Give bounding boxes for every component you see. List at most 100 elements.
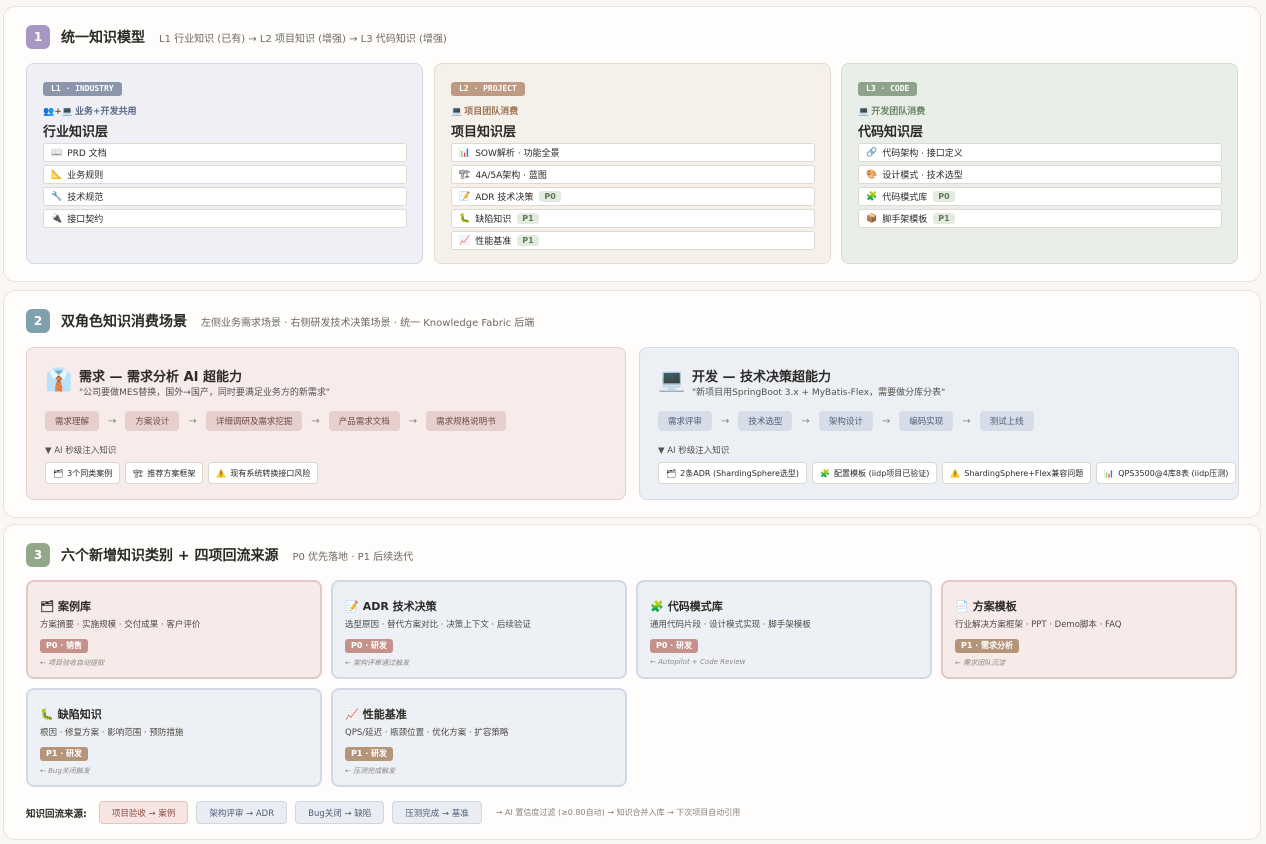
layer-item: 🔗 代码架构 · 接口定义 <box>858 143 1222 162</box>
section-title: 六个新增知识类别 + 四项回流来源 <box>61 548 279 564</box>
section-number-badge: 3 <box>26 543 50 567</box>
laptop-icon: 💻 <box>451 107 463 117</box>
section-unified-knowledge-model: 1 统一知识模型 L1 行业知识 (已有) → L2 项目知识 (增强) → L… <box>3 6 1261 282</box>
flow-step: 需求理解 <box>45 411 100 431</box>
category-desc: 选型原因 · 替代方案对比 · 决策上下文 · 后续验证 <box>345 620 531 630</box>
category-card-defects: 🐛 缺陷知识 根因 · 修复方案 · 影响范围 · 预防措施 P1 · 研发 ← … <box>26 688 322 787</box>
return-chip: 压测完成 → 基准 <box>392 801 482 824</box>
warning-icon: ⚠️ <box>216 468 227 478</box>
layer-title: 代码知识层 <box>858 125 924 140</box>
section-title: 统一知识模型 <box>61 30 145 46</box>
laptop-icon: 💻 <box>858 107 870 117</box>
plug-icon: 🔌 <box>51 213 63 224</box>
knowledge-chip: 📊 QPS3500@4库8表 (iidp压测) <box>1096 462 1237 484</box>
memo-icon: 📝 <box>345 600 359 613</box>
section-subtitle: L1 行业知识 (已有) → L2 项目知识 (增强) → L3 代码知识 (增… <box>159 33 447 45</box>
category-badge: P1 · 研发 <box>345 747 394 761</box>
category-title: 📝 ADR 技术决策 <box>345 600 437 613</box>
document-icon: 📄 <box>955 600 969 613</box>
priority-badge: P1 <box>517 235 539 246</box>
category-card-case-library: 🗂 案例库 方案摘要 · 实施规模 · 交付成果 · 客户评价 P0 · 销售 ←… <box>26 580 322 679</box>
priority-badge: P0 <box>539 191 561 202</box>
category-title: 📄 方案模板 <box>955 600 1017 613</box>
card-index-icon: 🗂 <box>666 468 677 478</box>
card-index-icon: 🗂 <box>40 600 54 613</box>
layer-item: 🧩 代码模式库 P0 <box>858 187 1222 206</box>
arrow-right-icon: → <box>962 415 971 427</box>
layer-item: 🏗 4A/5A架构 · 蓝图 <box>451 165 815 184</box>
section-header: 2 双角色知识消费场景 左侧业务需求场景 · 右侧研发技术决策场景 · 统一 K… <box>26 309 534 333</box>
layer-item: 🐛 缺陷知识 P1 <box>451 209 815 228</box>
layer-item: 📈 性能基准 P1 <box>451 231 815 250</box>
scenario-quote: "新项目用SpringBoot 3.x + MyBatis-Flex，需要做分库… <box>692 388 946 398</box>
category-title: 📈 性能基准 <box>345 708 407 721</box>
category-title: 🗂 案例库 <box>40 600 91 613</box>
arrow-right-icon: → <box>311 415 320 427</box>
inject-label: ▼ AI 秒级注入知识 <box>658 446 730 456</box>
scenario-title: 开发 — 技术决策超能力 <box>692 370 832 385</box>
building-icon: 🏗 <box>459 169 471 180</box>
layer-audience: 👥+💻 业务+开发共用 <box>43 107 137 117</box>
scenario-card-requirements: 👔 需求 — 需求分析 AI 超能力 "公司要做MES替换，国外→国产，同时要满… <box>26 347 626 500</box>
layer-audience: 💻 项目团队消费 <box>451 107 519 117</box>
knowledge-return-sources: 知识回流来源: 项目验收 → 案例 架构评审 → ADR Bug关闭 → 缺陷 … <box>26 801 740 824</box>
audience-icon: 👥+💻 <box>43 107 73 117</box>
category-card-adr: 📝 ADR 技术决策 选型原因 · 替代方案对比 · 决策上下文 · 后续验证 P… <box>331 580 627 679</box>
layer-item: 📖 PRD 文档 <box>43 143 407 162</box>
category-desc: 方案摘要 · 实施规模 · 交付成果 · 客户评价 <box>40 620 201 630</box>
layer-item: 📊 SOW解析 · 功能全景 <box>451 143 815 162</box>
flow-step: 需求评审 <box>658 411 713 431</box>
section-header: 3 六个新增知识类别 + 四项回流来源 P0 优先落地 · P1 后续迭代 <box>26 543 413 567</box>
category-badge: P0 · 研发 <box>345 639 394 653</box>
category-source: ← Autopilot + Code Review <box>650 658 746 666</box>
priority-badge: P1 <box>933 213 955 224</box>
category-badge: P1 · 研发 <box>40 747 89 761</box>
arrow-right-icon: → <box>721 415 730 427</box>
palette-icon: 🎨 <box>866 169 878 180</box>
puzzle-icon: 🧩 <box>820 468 831 478</box>
ruler-icon: 📐 <box>51 169 63 180</box>
wrench-icon: 🔧 <box>51 191 63 202</box>
layer-title: 行业知识层 <box>43 125 109 140</box>
category-card-code-patterns: 🧩 代码模式库 通用代码片段 · 设计模式实现 · 脚手架模板 P0 · 研发 ←… <box>636 580 932 679</box>
category-card-solution-templates: 📄 方案模板 行业解决方案框架 · PPT · Demo脚本 · FAQ P1 ·… <box>941 580 1237 679</box>
category-desc: QPS/延迟 · 瓶颈位置 · 优化方案 · 扩容策略 <box>345 728 509 738</box>
arrow-right-icon: → <box>881 415 891 427</box>
knowledge-chip: 🏗 推荐方案框架 <box>125 462 204 484</box>
arrow-right-icon: → <box>408 415 418 427</box>
flow-step: 需求规格说明书 <box>426 411 506 431</box>
flow-step: 技术选型 <box>738 411 793 431</box>
category-desc: 行业解决方案框架 · PPT · Demo脚本 · FAQ <box>955 620 1122 630</box>
section-header: 1 统一知识模型 L1 行业知识 (已有) → L2 项目知识 (增强) → L… <box>26 25 447 49</box>
package-icon: 📦 <box>866 213 878 224</box>
layer-item: 🎨 设计模式 · 技术选型 <box>858 165 1222 184</box>
bar-chart-icon: 📊 <box>459 147 471 158</box>
book-icon: 📖 <box>51 147 63 158</box>
process-flow: 需求理解 → 方案设计 → 详细调研及需求挖掘 → 产品需求文档 → 需求规格说… <box>45 411 506 431</box>
section-dual-role-scenarios: 2 双角色知识消费场景 左侧业务需求场景 · 右侧研发技术决策场景 · 统一 K… <box>3 290 1261 518</box>
inject-label: ▼ AI 秒级注入知识 <box>45 446 117 456</box>
layer-item: 📐 业务规则 <box>43 165 407 184</box>
category-badge: P0 · 研发 <box>650 639 699 653</box>
knowledge-chip: 🧩 配置模板 (iidp项目已验证) <box>812 462 938 484</box>
category-card-performance: 📈 性能基准 QPS/延迟 · 瓶颈位置 · 优化方案 · 扩容策略 P1 · 研… <box>331 688 627 787</box>
layer-title: 项目知识层 <box>451 125 517 140</box>
layer-card-industry: L1 · INDUSTRY 👥+💻 业务+开发共用 行业知识层 📖 PRD 文档 📐… <box>26 63 423 264</box>
flow-step: 架构设计 <box>818 411 873 431</box>
memo-icon: 📝 <box>459 191 471 202</box>
section-subtitle: P0 优先落地 · P1 后续迭代 <box>292 551 414 563</box>
category-source: ← 需求团队沉淀 <box>955 659 1006 667</box>
flow-step: 编码实现 <box>899 411 954 431</box>
category-source: ← 架构评审通过触发 <box>345 659 410 667</box>
category-badge: P0 · 销售 <box>40 639 89 653</box>
category-desc: 通用代码片段 · 设计模式实现 · 脚手架模板 <box>650 620 811 630</box>
category-source: ← 压测完成触发 <box>345 767 396 775</box>
return-label: 知识回流来源: <box>26 808 87 820</box>
laptop-icon: 💻 <box>658 368 686 393</box>
knowledge-chip: ⚠️ ShardingSphere+Flex兼容问题 <box>942 462 1092 484</box>
layer-tag: L1 · INDUSTRY <box>43 82 122 96</box>
section-number-badge: 2 <box>26 309 50 333</box>
return-chip: 项目验收 → 案例 <box>98 801 189 824</box>
return-pipeline-text: → AI 置信度过滤 (≥0.80自动) → 知识合并入库 → 下次项目自动引用 <box>495 808 741 817</box>
knowledge-chip: ⚠️ 现有系统转换接口风险 <box>208 462 319 484</box>
